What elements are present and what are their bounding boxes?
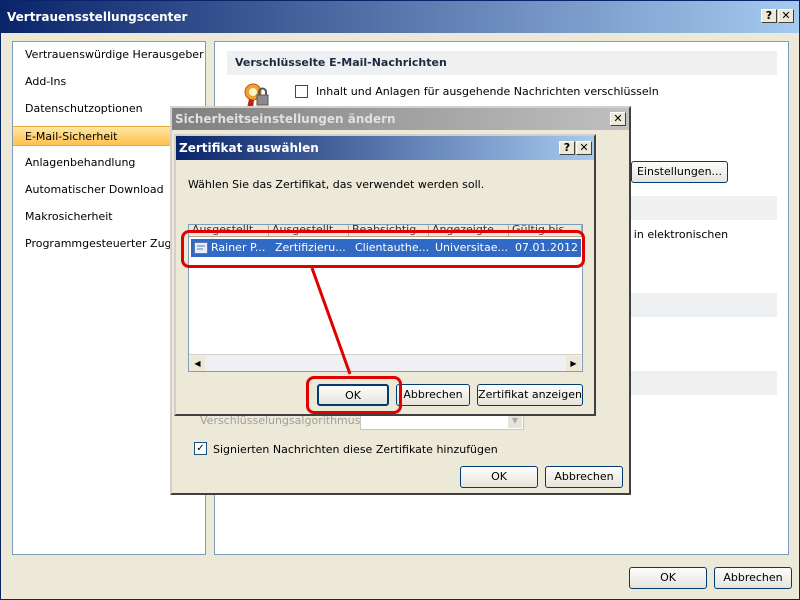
annotation-arrow [310,267,352,375]
